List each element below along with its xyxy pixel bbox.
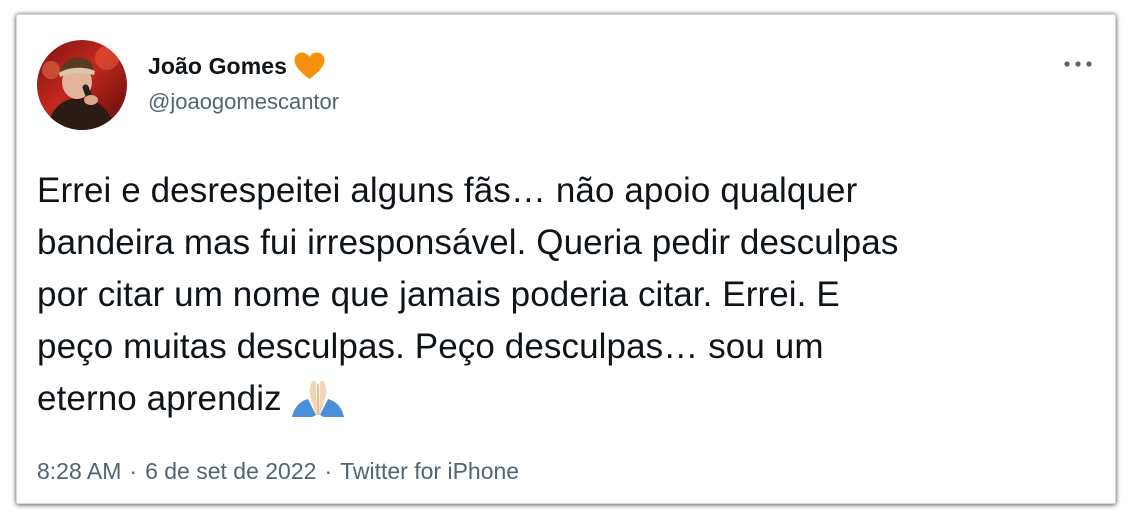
author-handle[interactable]: @joaogomescantor: [148, 89, 339, 115]
avatar[interactable]: [37, 40, 127, 130]
meta-separator: ·: [129, 458, 138, 484]
tweet-text: Errei e desrespeitei alguns fãs… não apo…: [37, 171, 899, 418]
more-dots-icon: [1064, 61, 1092, 67]
tweet-metadata: 8:28 AM · 6 de set de 2022 · Twitter for…: [37, 458, 519, 485]
avatar-image: [37, 40, 127, 130]
author-name-row[interactable]: João Gomes: [148, 49, 325, 83]
meta-separator: ·: [324, 458, 333, 484]
tweet-text-block: Errei e desrespeitei alguns fãs… não apo…: [37, 165, 1097, 432]
folded-hands-emoji: [288, 377, 348, 432]
orange-heart-icon: [294, 52, 325, 80]
more-options-button[interactable]: [1061, 51, 1095, 77]
tweet-source[interactable]: Twitter for iPhone: [340, 458, 519, 485]
tweet-card: João Gomes @joaogomescantor Errei e desr…: [16, 14, 1116, 504]
tweet-date[interactable]: 6 de set de 2022: [145, 458, 316, 485]
author-display-name[interactable]: João Gomes: [148, 53, 287, 80]
tweet-time[interactable]: 8:28 AM: [37, 458, 121, 485]
